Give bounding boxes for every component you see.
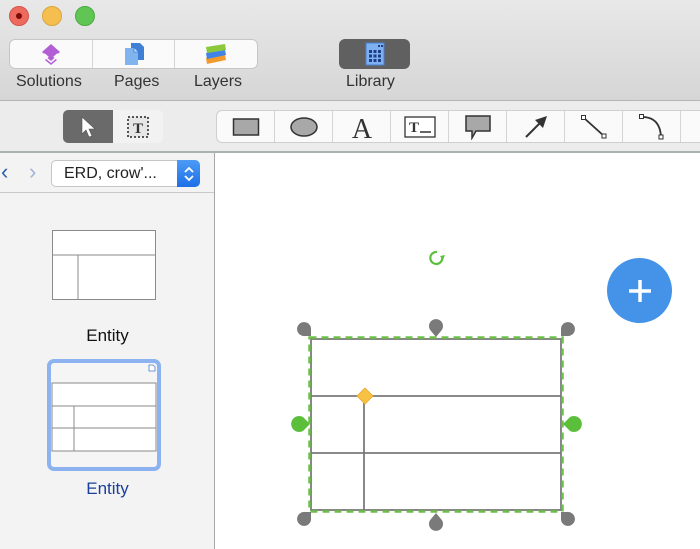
minimize-window-button[interactable] xyxy=(42,6,62,26)
library-select[interactable]: ERD, crow'... xyxy=(51,160,200,187)
mode-segmented-control: T xyxy=(63,110,163,143)
library-button[interactable] xyxy=(339,39,410,69)
maximize-window-button[interactable] xyxy=(75,6,95,26)
close-window-button[interactable] xyxy=(9,6,29,26)
text-icon: A xyxy=(351,114,372,141)
library-icon xyxy=(365,42,384,66)
select-tool-button[interactable] xyxy=(63,110,113,143)
library-item-entity[interactable] xyxy=(52,230,156,305)
canvas-svg xyxy=(291,250,582,531)
entity-shape[interactable] xyxy=(310,338,562,511)
library-sidebar: ‹ › ERD, crow'... Entity Entity xyxy=(0,153,215,549)
text-block-icon: T xyxy=(403,115,436,138)
connect-handle-right[interactable] xyxy=(563,416,582,432)
library-label: Library xyxy=(346,73,395,90)
arc-icon xyxy=(638,113,663,139)
ellipse-icon xyxy=(289,116,318,137)
arrow-tool-button[interactable] xyxy=(507,111,565,142)
forward-button[interactable]: › xyxy=(29,161,36,183)
back-button[interactable]: ‹ xyxy=(1,161,8,183)
solutions-label: Solutions xyxy=(16,73,82,90)
tools-toolbar: T A T xyxy=(0,101,700,153)
title-bar: Solutions Pages Layers Library xyxy=(0,0,700,101)
view-segmented-control xyxy=(9,39,258,69)
line-icon xyxy=(580,114,606,138)
library-nav: ‹ › ERD, crow'... xyxy=(0,153,214,193)
library-item-label-selected: Entity xyxy=(86,479,129,498)
resize-handle-top-left[interactable] xyxy=(297,322,312,337)
resize-handle-top[interactable] xyxy=(429,319,443,337)
ellipse-tool-button[interactable] xyxy=(275,111,333,142)
svg-text:A: A xyxy=(351,114,372,141)
pages-button[interactable] xyxy=(93,40,176,68)
svg-text:T: T xyxy=(133,121,143,137)
rectangle-tool-button[interactable] xyxy=(217,111,275,142)
solutions-icon xyxy=(41,44,60,65)
connect-handle-left[interactable] xyxy=(291,416,310,432)
chevron-up-down-icon xyxy=(183,166,194,181)
pages-icon xyxy=(124,43,144,65)
callout-icon xyxy=(464,114,491,140)
arc-tool-button[interactable] xyxy=(623,111,681,142)
layers-icon xyxy=(206,44,227,64)
plus-icon xyxy=(628,279,651,302)
svg-text:T: T xyxy=(408,120,418,136)
pointer-icon xyxy=(81,115,96,137)
text-tool-button[interactable]: A xyxy=(333,111,391,142)
layers-button[interactable] xyxy=(175,40,257,68)
entity-thumbnail-icon xyxy=(51,364,157,452)
line-tool-button[interactable] xyxy=(565,111,623,142)
entity-thumbnail-icon xyxy=(52,230,156,300)
rectangle-icon xyxy=(232,117,259,136)
pages-label: Pages xyxy=(114,73,160,90)
select-stepper[interactable] xyxy=(177,160,200,187)
library-select-value: ERD, crow'... xyxy=(64,165,157,182)
layers-label: Layers xyxy=(194,73,243,90)
add-button[interactable] xyxy=(607,258,672,323)
drawing-canvas[interactable] xyxy=(216,155,700,549)
library-item-label: Entity xyxy=(86,326,129,345)
solutions-button[interactable] xyxy=(10,40,93,68)
resize-handle-bottom[interactable] xyxy=(429,513,443,531)
text-select-tool-button[interactable]: T xyxy=(113,110,163,143)
library-item-entity-selected[interactable] xyxy=(47,359,161,471)
arrow-icon xyxy=(524,115,547,138)
resize-handle-top-right[interactable] xyxy=(560,322,575,337)
resize-handle-bottom-right[interactable] xyxy=(560,511,575,526)
rotate-handle-icon[interactable] xyxy=(429,250,445,266)
text-block-tool-button[interactable]: T xyxy=(391,111,449,142)
callout-tool-button[interactable] xyxy=(449,111,507,142)
text-box-select-icon: T xyxy=(127,115,149,138)
shape-tools: A T xyxy=(216,110,700,143)
resize-handle-bottom-left[interactable] xyxy=(297,511,312,526)
